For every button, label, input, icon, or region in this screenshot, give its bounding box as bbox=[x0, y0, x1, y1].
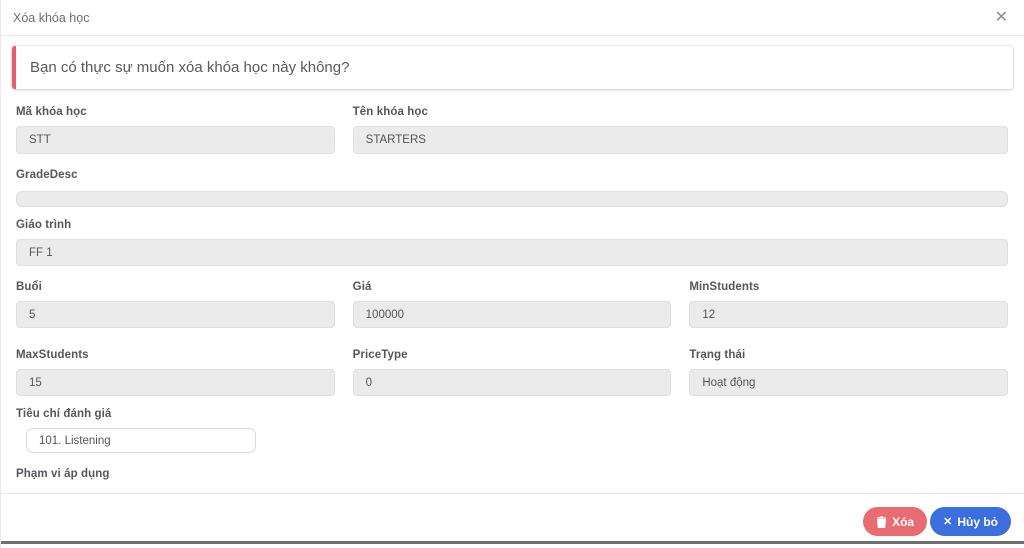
field-status: Trạng thái bbox=[689, 349, 1008, 396]
field-label: Giáo trình bbox=[16, 219, 72, 231]
field-sessions: Buổi bbox=[16, 281, 335, 328]
delete-button-label: Xóa bbox=[892, 514, 915, 529]
course-name-input[interactable] bbox=[352, 126, 1008, 154]
course-code-input[interactable] bbox=[16, 126, 335, 154]
max-students-input[interactable] bbox=[16, 369, 335, 396]
field-min-students: MinStudents bbox=[689, 281, 1008, 328]
field-label: Tên khóa học bbox=[352, 106, 428, 118]
criteria-chip: 101. Listening bbox=[26, 428, 256, 453]
modal-title: Xóa khóa học bbox=[13, 10, 90, 25]
field-price-type: PriceType bbox=[352, 349, 672, 396]
field-label: MaxStudents bbox=[16, 349, 89, 361]
modal-footer: Xóa ✕ Hủy bỏ bbox=[1, 493, 1024, 548]
close-icon[interactable]: ✕ bbox=[991, 8, 1012, 28]
delete-button[interactable]: Xóa bbox=[863, 507, 928, 536]
field-price: Giá bbox=[352, 281, 672, 328]
field-label: Mã khóa học bbox=[16, 106, 87, 118]
min-students-input[interactable] bbox=[689, 301, 1008, 328]
field-max-students: MaxStudents bbox=[16, 349, 335, 396]
field-scope: Phạm vi áp dụng bbox=[16, 468, 1008, 480]
price-input[interactable] bbox=[352, 301, 672, 328]
curriculum-input[interactable] bbox=[16, 239, 1008, 266]
field-label: Trạng thái bbox=[689, 349, 746, 361]
trash-icon bbox=[876, 515, 887, 528]
field-label: MinStudents bbox=[689, 281, 760, 293]
bottom-edge-strip bbox=[1, 541, 1024, 544]
field-course-code: Mã khóa học bbox=[16, 106, 335, 154]
field-course-name: Tên khóa học bbox=[352, 106, 1008, 154]
x-icon: ✕ bbox=[943, 516, 953, 528]
sessions-input[interactable] bbox=[16, 301, 335, 328]
field-evaluation-criteria: Tiêu chí đánh giá 101. Listening bbox=[16, 408, 1008, 453]
course-form: Mã khóa học Tên khóa học GradeDesc Giáo … bbox=[1, 89, 1024, 480]
cancel-button[interactable]: ✕ Hủy bỏ bbox=[930, 507, 1011, 536]
field-curriculum: Giáo trình bbox=[16, 219, 1008, 266]
field-label: Buổi bbox=[16, 281, 42, 293]
field-label: PriceType bbox=[352, 349, 408, 361]
delete-course-modal: { "modal": { "title": "Xóa khóa học", "c… bbox=[0, 0, 1024, 548]
field-label: Giá bbox=[352, 281, 372, 293]
cancel-button-label: Hủy bỏ bbox=[957, 514, 998, 529]
confirmation-message: Bạn có thực sự muốn xóa khóa học này khô… bbox=[30, 59, 350, 76]
field-label: Tiêu chí đánh giá bbox=[16, 408, 112, 420]
status-input[interactable] bbox=[689, 369, 1008, 396]
modal-header: Xóa khóa học ✕ bbox=[1, 0, 1024, 36]
grade-desc-input[interactable] bbox=[16, 191, 1008, 207]
price-type-input[interactable] bbox=[352, 369, 672, 396]
footer-buttons: Xóa ✕ Hủy bỏ bbox=[863, 507, 1011, 536]
field-label: GradeDesc bbox=[16, 169, 78, 181]
field-grade-desc: GradeDesc bbox=[16, 169, 1008, 207]
confirmation-alert: Bạn có thực sự muốn xóa khóa học này khô… bbox=[12, 46, 1013, 89]
field-label: Phạm vi áp dụng bbox=[16, 468, 110, 480]
